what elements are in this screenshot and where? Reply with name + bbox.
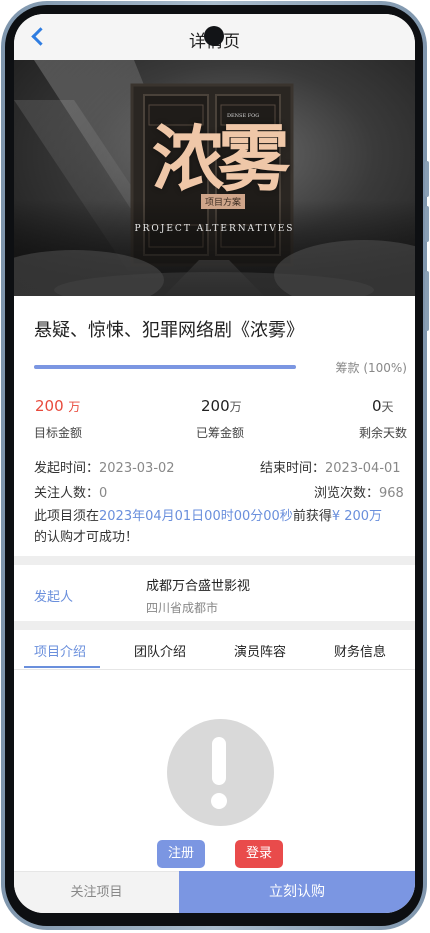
notice-middle: 前获得 (292, 509, 332, 524)
notice-deadline: 2023年04月01日00时00分00秒 (99, 509, 293, 524)
launcher-location: 四川省成都市 (146, 601, 219, 615)
days-left-unit: 天 (381, 400, 394, 414)
detail-tabs: 项目介绍 团队介绍 演员阵容 财务信息 (14, 631, 415, 670)
target-amount-label: 目标金额 (34, 426, 83, 440)
target-amount: 200 万 (35, 397, 80, 415)
tab-finance[interactable]: 财务信息 (334, 641, 386, 660)
phone-frame: 详情页 (1, 1, 429, 930)
empty-content-icon (167, 719, 274, 826)
start-time-label: 发起时间： (34, 461, 100, 476)
screen: 详情页 (14, 14, 415, 913)
follow-project-button[interactable]: 关注项目 (14, 871, 179, 913)
project-title: 悬疑、惊悚、犯罪网络剧《浓雾》 (34, 320, 304, 341)
tab-team-intro[interactable]: 团队介绍 (134, 641, 186, 660)
days-left: 0天 (372, 397, 394, 415)
end-time-value: 2023-04-01 (325, 461, 401, 476)
camera-notch (204, 26, 224, 46)
exclamation-dot (211, 793, 227, 809)
notice-prefix: 此项目须在 (34, 509, 100, 524)
target-amount-value: 200 (35, 397, 64, 415)
exclamation-bar (212, 737, 226, 785)
banner-logo: 浓雾 (152, 116, 290, 201)
header: 详情页 (14, 14, 415, 60)
days-left-label: 剩余天数 (359, 426, 408, 440)
bottom-bar: 关注项目 立刻认购 (14, 871, 415, 913)
raised-amount-value: 200 (201, 397, 230, 415)
power-button (425, 271, 429, 331)
days-left-value: 0 (372, 397, 382, 415)
volume-up-button (425, 161, 429, 197)
end-time: 结束时间：2023-04-01 (260, 457, 401, 476)
register-button[interactable]: 注册 (157, 840, 205, 868)
views: 浏览次数：968 (314, 482, 404, 501)
end-time-label: 结束时间： (260, 461, 326, 476)
notice-amount: ¥ 200万 (331, 509, 383, 524)
banner-subtitle: PROJECT ALTERNATIVES (134, 224, 295, 234)
section-divider (14, 621, 415, 630)
banner-seal: 项目方案 (201, 194, 246, 209)
followers-label: 关注人数： (34, 486, 100, 501)
progress-bar (34, 365, 296, 369)
followers-value: 0 (99, 486, 108, 501)
raised-amount-unit: 万 (229, 400, 242, 414)
target-amount-unit: 万 (68, 400, 81, 414)
success-notice: 此项目须在2023年04月01日00时00分00秒前获得¥ 200万的认购才可成… (34, 506, 404, 548)
followers: 关注人数：0 (34, 482, 107, 501)
launcher-label: 发起人 (34, 590, 74, 605)
progress-label: 筹款 (100%) (335, 361, 408, 375)
launcher-name[interactable]: 成都万合盛世影视 (146, 575, 250, 594)
volume-down-button (425, 206, 429, 242)
views-label: 浏览次数： (314, 486, 380, 501)
notice-suffix: 的认购才可成功！ (34, 530, 139, 545)
raised-amount: 200万 (201, 397, 242, 415)
subscribe-now-button[interactable]: 立刻认购 (179, 871, 415, 913)
views-value: 968 (379, 486, 404, 501)
start-time-value: 2023-03-02 (99, 461, 175, 476)
active-tab-indicator (24, 666, 100, 668)
login-button[interactable]: 登录 (235, 840, 283, 868)
tab-project-intro[interactable]: 项目介绍 (34, 641, 86, 660)
project-banner: DENSE FOG 浓雾 项目方案 PROJECT ALTERNATIVES (14, 60, 415, 296)
start-time: 发起时间：2023-03-02 (34, 457, 175, 476)
section-divider (14, 556, 415, 565)
progress-fill (34, 365, 296, 369)
tab-cast[interactable]: 演员阵容 (234, 641, 286, 660)
raised-amount-label: 已筹金额 (196, 426, 245, 440)
